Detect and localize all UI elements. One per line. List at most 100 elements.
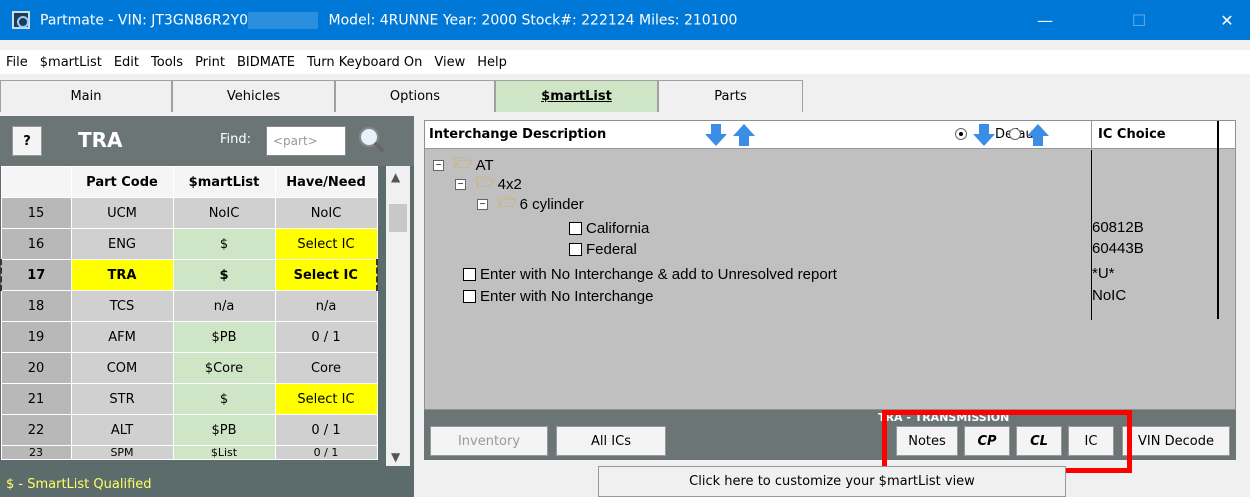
- folder-open-icon: 🗁: [498, 193, 517, 211]
- table-row[interactable]: 22 ALT $PB 0 / 1: [0, 414, 378, 446]
- menu-bidmate[interactable]: BIDMATE: [231, 55, 301, 70]
- col-smartlist: $martList: [172, 166, 276, 198]
- ic-column-border: [1217, 121, 1219, 319]
- main-tabs: Main Vehicles Options $martList Parts: [0, 80, 803, 112]
- row-code: AFM: [70, 321, 174, 353]
- table-row[interactable]: 15 UCM NoIC NoIC: [0, 197, 378, 229]
- sort-down-icon[interactable]: [703, 123, 729, 147]
- interchange-description-header: Interchange Description: [429, 127, 607, 142]
- interchange-panel: Interchange Description Default IC Choic…: [424, 120, 1236, 410]
- search-icon[interactable]: [356, 124, 386, 154]
- help-button[interactable]: ?: [12, 126, 42, 156]
- row-code: TRA: [70, 259, 174, 291]
- ic-column-divider: [1091, 150, 1092, 320]
- find-label: Find:: [220, 132, 252, 147]
- collapse-icon[interactable]: −: [455, 178, 466, 190]
- minimize-button[interactable]: —: [1022, 0, 1068, 40]
- row-num: 21: [0, 383, 72, 415]
- unresolved-checkbox[interactable]: [463, 267, 476, 281]
- row-num: 19: [0, 321, 72, 353]
- row-have-need[interactable]: Select IC: [274, 259, 378, 291]
- federal-checkbox[interactable]: [569, 242, 582, 256]
- default-desc-radio[interactable]: [955, 128, 967, 140]
- menu-keyboard[interactable]: Turn Keyboard On: [301, 55, 428, 70]
- scroll-up-icon[interactable]: ▲: [391, 170, 400, 184]
- row-smart: $PB: [172, 321, 276, 353]
- all-ics-button[interactable]: All ICs: [556, 426, 666, 456]
- tab-smartlist[interactable]: $martList: [495, 80, 658, 112]
- row-smart: $PB: [172, 414, 276, 446]
- table-row[interactable]: 18 TCS n/a n/a: [0, 290, 378, 322]
- default-up-icon[interactable]: [1025, 123, 1051, 147]
- row-have-need[interactable]: Select IC: [274, 383, 378, 415]
- menu-file[interactable]: File: [0, 55, 34, 70]
- collapse-icon[interactable]: −: [477, 198, 488, 210]
- tree-node-engine[interactable]: − 🗁 6 cylinder: [477, 194, 584, 213]
- table-row[interactable]: 23 SPM $List 0 / 1: [0, 445, 378, 460]
- part-list-scrollbar[interactable]: ▲ ▼: [386, 166, 410, 466]
- part-list-header: ? TRA Find: <part>: [0, 116, 414, 166]
- col-num: [0, 166, 72, 198]
- ic-choice-header: IC Choice: [1091, 121, 1217, 149]
- row-num: 15: [0, 197, 72, 229]
- table-row[interactable]: 20 COM $Core Core: [0, 352, 378, 384]
- customize-smartlist-button[interactable]: Click here to customize your $martList v…: [598, 466, 1066, 497]
- table-row[interactable]: 19 AFM $PB 0 / 1: [0, 321, 378, 353]
- row-have-need[interactable]: n/a: [274, 290, 378, 322]
- row-smart: $: [172, 383, 276, 415]
- row-have-need[interactable]: 0 / 1: [274, 414, 378, 446]
- scroll-down-icon[interactable]: ▼: [391, 450, 400, 464]
- maximize-button[interactable]: ☐: [1116, 0, 1162, 40]
- collapse-icon[interactable]: −: [433, 159, 444, 171]
- row-have-need[interactable]: 0 / 1: [274, 321, 378, 353]
- table-row[interactable]: 21 STR $ Select IC: [0, 383, 378, 415]
- close-button[interactable]: ✕: [1204, 0, 1250, 40]
- tab-parts[interactable]: Parts: [658, 80, 803, 112]
- menu-view[interactable]: View: [428, 55, 471, 70]
- option-unresolved[interactable]: Enter with No Interchange & add to Unres…: [463, 265, 837, 283]
- menu-help[interactable]: Help: [471, 55, 513, 70]
- sort-up-icon[interactable]: [731, 123, 757, 147]
- vin-decode-button[interactable]: VIN Decode: [1122, 426, 1230, 456]
- california-checkbox[interactable]: [569, 221, 582, 235]
- interchange-tree: − 🗁 AT − 🗁 4x2 − 🗁 6 cylinder California…: [425, 150, 1217, 410]
- tab-vehicles[interactable]: Vehicles: [172, 80, 335, 112]
- menu-edit[interactable]: Edit: [108, 55, 145, 70]
- tab-main[interactable]: Main: [0, 80, 172, 112]
- find-input[interactable]: <part>: [266, 126, 346, 156]
- menu-smartlist[interactable]: $martList: [34, 55, 108, 70]
- row-code: TCS: [70, 290, 174, 322]
- table-row-selected[interactable]: 17 TRA $ Select IC: [0, 259, 378, 291]
- menu-print[interactable]: Print: [189, 55, 231, 70]
- scroll-thumb[interactable]: [389, 204, 407, 232]
- title-bar: Partmate - VIN: JT3GN86R2Y0 Model: 4RUNN…: [0, 0, 1250, 40]
- window-title: Partmate - VIN: JT3GN86R2Y0 Model: 4RUNN…: [40, 11, 738, 29]
- ic-value-federal: 60443B: [1092, 240, 1144, 257]
- ic-value-noic: NoIC: [1092, 287, 1127, 304]
- status-bar: $ - SmartList Qualified: [0, 472, 414, 497]
- row-code: ALT: [70, 414, 174, 446]
- default-down-icon[interactable]: [971, 123, 997, 147]
- menu-bar: File $martList Edit Tools Print BIDMATE …: [0, 50, 1250, 74]
- tree-node-drive[interactable]: − 🗁 4x2: [455, 174, 522, 193]
- tab-options[interactable]: Options: [335, 80, 495, 112]
- menu-tools[interactable]: Tools: [145, 55, 189, 70]
- table-row[interactable]: 16 ENG $ Select IC: [0, 228, 378, 260]
- part-list-panel: ? TRA Find: <part> Part Code $martList H…: [0, 116, 414, 497]
- row-smart: NoIC: [172, 197, 276, 229]
- row-have-need[interactable]: NoIC: [274, 197, 378, 229]
- row-have-need[interactable]: Select IC: [274, 228, 378, 260]
- row-have-need[interactable]: Core: [274, 352, 378, 384]
- row-smart: $: [172, 259, 276, 291]
- no-interchange-checkbox[interactable]: [463, 289, 476, 303]
- inventory-button[interactable]: Inventory: [430, 426, 548, 456]
- tree-option-federal[interactable]: Federal: [569, 240, 637, 258]
- row-have-need[interactable]: 0 / 1: [274, 445, 378, 460]
- default-asc-radio[interactable]: [1009, 128, 1021, 140]
- vin-redaction: [248, 11, 319, 29]
- tree-option-california[interactable]: California: [569, 219, 649, 237]
- col-part-code: Part Code: [70, 166, 174, 198]
- row-code: SPM: [70, 445, 174, 460]
- ic-value-unresolved: *U*: [1092, 265, 1115, 282]
- option-no-interchange[interactable]: Enter with No Interchange: [463, 287, 653, 305]
